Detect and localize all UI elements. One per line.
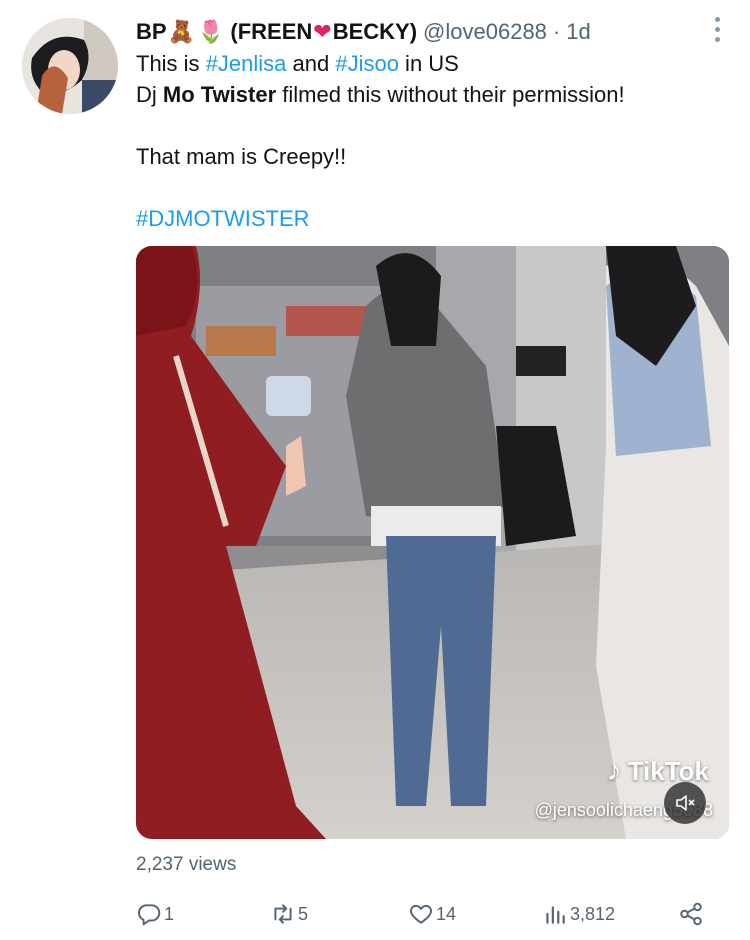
avatar[interactable] [22, 18, 118, 114]
share-button[interactable] [678, 898, 706, 930]
share-icon [680, 902, 702, 926]
bold-text: Mo Twister [162, 82, 277, 107]
view-count: 2,237 views [136, 854, 237, 875]
heart-emoji-icon: ❤ [313, 19, 332, 44]
author-handle[interactable]: @love06288 [423, 19, 547, 45]
retweet-count: 5 [298, 903, 309, 924]
analytics-button[interactable]: 3,812 [542, 898, 615, 930]
tiktok-logo-icon: ♪ [606, 754, 622, 787]
reply-count: 1 [164, 903, 175, 924]
action-bar: 1 5 14 3,812 [136, 898, 716, 930]
heart-icon [410, 904, 432, 924]
reply-icon [138, 904, 161, 926]
video-player[interactable]: ♪ TikTok @jensoolichaeng5088 [136, 246, 729, 839]
tweet-text: This is #Jenlisa and #Jisoo in US Dj Mo … [136, 48, 736, 234]
more-dots-icon[interactable] [710, 14, 724, 44]
video-frame [136, 246, 729, 839]
avatar-image [22, 18, 118, 114]
hashtag-jenlisa[interactable]: #Jenlisa [206, 51, 287, 76]
analytics-icon [546, 906, 565, 924]
author-name-suffix-close: BECKY) [332, 19, 418, 44]
author-name[interactable]: BP 🧸 🌷 (FREEN ❤ BECKY) [136, 19, 417, 45]
text-segment: This is [136, 51, 206, 76]
author-name-suffix-open: (FREEN [230, 19, 313, 44]
tweet-line-4: #DJMOTWISTER [136, 203, 736, 234]
like-count: 14 [436, 903, 457, 924]
tulip-icon: 🌷 [196, 19, 225, 44]
text-segment: filmed this without their permission! [276, 82, 625, 107]
analytics-count: 3,812 [570, 903, 616, 924]
tiktok-logo-text: TikTok [627, 755, 709, 786]
tweet-line-1: This is #Jenlisa and #Jisoo in US [136, 48, 736, 79]
tweet-header: BP 🧸 🌷 (FREEN ❤ BECKY) @love06288 · 1d [136, 16, 736, 46]
tweet-line-2: Dj Mo Twister filmed this without their … [136, 79, 736, 110]
separator-dot: · [552, 19, 561, 44]
text-segment: in US [398, 51, 459, 76]
text-segment: and [286, 51, 336, 76]
retweet-icon [274, 904, 292, 924]
timestamp[interactable]: 1d [566, 19, 590, 45]
reply-button[interactable]: 1 [136, 898, 174, 930]
text-segment: Dj [136, 82, 163, 107]
author-name-text: BP [136, 19, 167, 44]
tweet[interactable]: BP 🧸 🌷 (FREEN ❤ BECKY) @love06288 · 1d T… [136, 16, 736, 234]
tweet-line-3: That mam is Creepy!! [136, 144, 347, 169]
teddy-bear-icon: 🧸 [167, 19, 195, 44]
hashtag-djmotwister[interactable]: #DJMOTWISTER [136, 206, 310, 231]
mute-button[interactable] [664, 782, 706, 824]
like-button[interactable]: 14 [408, 898, 456, 930]
hashtag-jisoo[interactable]: #Jisoo [335, 51, 399, 76]
retweet-button[interactable]: 5 [270, 898, 308, 930]
mute-icon [676, 795, 695, 811]
